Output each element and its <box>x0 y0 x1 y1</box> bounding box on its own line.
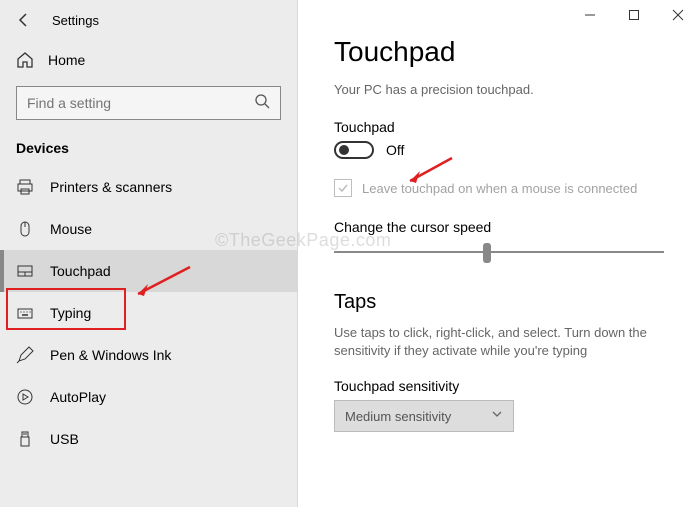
toggle-label: Touchpad <box>334 119 680 135</box>
usb-icon <box>16 430 40 448</box>
slider-thumb[interactable] <box>483 243 491 263</box>
sidebar-group-header: Devices <box>0 134 297 166</box>
slider-track <box>334 251 664 253</box>
sensitivity-value: Medium sensitivity <box>345 409 451 424</box>
sidebar-item-label: Pen & Windows Ink <box>50 347 171 363</box>
page-subtext: Your PC has a precision touchpad. <box>334 82 680 97</box>
sidebar-item-label: Typing <box>50 305 91 321</box>
keyboard-icon <box>16 304 40 322</box>
leave-touchpad-checkbox-row: Leave touchpad on when a mouse is connec… <box>334 179 680 197</box>
sidebar-item-printers[interactable]: Printers & scanners <box>0 166 297 208</box>
sidebar-item-label: Mouse <box>50 221 92 237</box>
touchpad-icon <box>16 262 40 280</box>
sidebar-item-label: USB <box>50 431 79 447</box>
sidebar-home-label: Home <box>48 52 85 68</box>
sidebar-item-touchpad[interactable]: Touchpad <box>0 250 297 292</box>
leave-touchpad-checkbox <box>334 179 352 197</box>
printer-icon <box>16 178 40 196</box>
minimize-button[interactable] <box>568 0 612 30</box>
sidebar-item-label: Printers & scanners <box>50 179 172 195</box>
sidebar-item-usb[interactable]: USB <box>0 418 297 460</box>
search-icon <box>254 93 270 114</box>
page-title: Touchpad <box>334 36 680 68</box>
pen-icon <box>16 346 40 364</box>
toggle-knob <box>339 145 349 155</box>
sidebar-home[interactable]: Home <box>0 40 297 80</box>
chevron-down-icon <box>491 407 503 425</box>
sidebar-item-pen[interactable]: Pen & Windows Ink <box>0 334 297 376</box>
sidebar-item-mouse[interactable]: Mouse <box>0 208 297 250</box>
taps-heading: Taps <box>334 291 680 314</box>
touchpad-toggle[interactable] <box>334 141 374 159</box>
autoplay-icon <box>16 388 40 406</box>
sidebar-item-label: Touchpad <box>50 263 111 279</box>
mouse-icon <box>16 220 40 238</box>
close-button[interactable] <box>656 0 700 30</box>
search-input[interactable] <box>27 95 254 111</box>
maximize-button[interactable] <box>612 0 656 30</box>
leave-touchpad-label: Leave touchpad on when a mouse is connec… <box>362 181 637 196</box>
cursor-speed-label: Change the cursor speed <box>334 219 680 235</box>
cursor-speed-slider[interactable] <box>334 241 664 265</box>
search-input-container[interactable] <box>16 86 281 120</box>
sidebar-item-autoplay[interactable]: AutoPlay <box>0 376 297 418</box>
sensitivity-dropdown[interactable]: Medium sensitivity <box>334 400 514 432</box>
sidebar-item-typing[interactable]: Typing <box>0 292 297 334</box>
taps-description: Use taps to click, right-click, and sele… <box>334 324 680 360</box>
window-title: Settings <box>52 13 99 28</box>
toggle-state-text: Off <box>386 142 404 158</box>
sidebar-item-label: AutoPlay <box>50 389 106 405</box>
back-button[interactable] <box>16 12 44 28</box>
sensitivity-label: Touchpad sensitivity <box>334 378 680 394</box>
home-icon <box>16 51 40 69</box>
